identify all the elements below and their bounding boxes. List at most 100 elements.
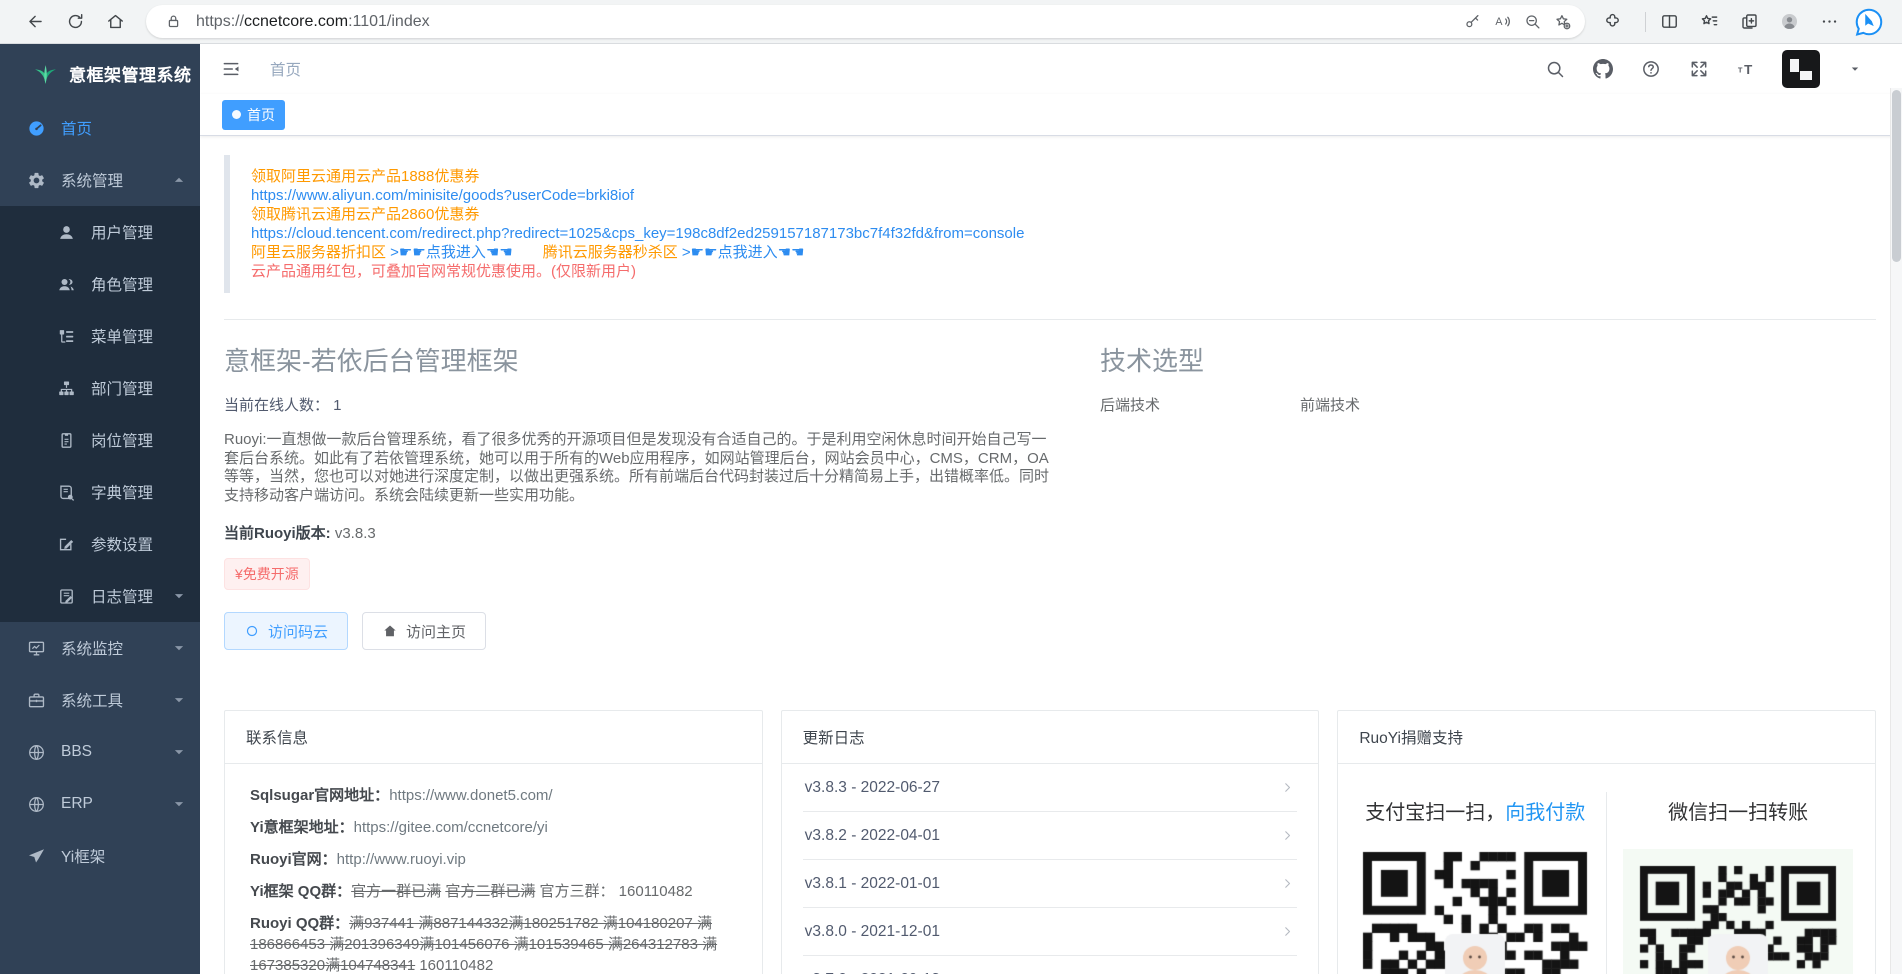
contact-link[interactable]: http://www.ruoyi.vip bbox=[337, 851, 466, 868]
split-screen-icon[interactable] bbox=[1654, 7, 1684, 37]
menu-caret-icon bbox=[170, 587, 188, 605]
sidebar-item[interactable]: BBS bbox=[0, 726, 200, 778]
svg-text:T: T bbox=[1738, 65, 1743, 74]
contact-row: Ruoyi官网：http://www.ruoyi.vip bbox=[250, 849, 737, 870]
sidebar-item[interactable]: 角色管理 bbox=[0, 258, 200, 310]
changelog-item[interactable]: v3.8.3 - 2022-06-27 bbox=[803, 764, 1298, 812]
bing-chat-icon[interactable] bbox=[1854, 7, 1884, 37]
menu-item-icon bbox=[27, 795, 46, 814]
help-icon[interactable] bbox=[1638, 56, 1664, 82]
zoom-out-icon[interactable] bbox=[1517, 7, 1547, 37]
menu-item-icon bbox=[57, 223, 76, 242]
notice-line: https://www.aliyun.com/minisite/goods?us… bbox=[251, 186, 1876, 205]
github-icon[interactable] bbox=[1590, 56, 1616, 82]
password-key-icon[interactable] bbox=[1457, 7, 1487, 37]
url-text[interactable]: https://ccnetcore.com:1101/index bbox=[196, 13, 1457, 31]
url-host: ccnetcore.com bbox=[244, 13, 348, 30]
changelog-card: 更新日志 v3.8.3 - 2022-06-27 v3.8.2 - 2022-0… bbox=[781, 710, 1320, 974]
menu-item-label: 系统工具 bbox=[61, 689, 123, 711]
contact-card: 联系信息 Sqlsugar官网地址：https://www.donet5.com… bbox=[224, 710, 763, 974]
back-icon[interactable] bbox=[20, 7, 50, 37]
font-size-icon[interactable]: TT bbox=[1734, 56, 1760, 82]
sidebar-item[interactable]: 字典管理 bbox=[0, 466, 200, 518]
menu-caret-icon bbox=[170, 691, 188, 709]
search-icon[interactable] bbox=[1542, 56, 1568, 82]
avatar-caret-icon[interactable] bbox=[1842, 56, 1868, 82]
contact-card-body: Sqlsugar官网地址：https://www.donet5.com/Yi意框… bbox=[225, 764, 762, 974]
contact-link[interactable]: https://gitee.com/ccnetcore/yi bbox=[354, 819, 548, 836]
online-label: 当前在线人数： bbox=[224, 397, 333, 414]
lock-icon[interactable] bbox=[158, 7, 188, 37]
intro-buttons: 访问码云 访问主页 bbox=[224, 612, 1060, 650]
wechat-header: 微信扫一扫转账 bbox=[1607, 796, 1869, 825]
notice-text: 腾讯云服务器秒杀区 bbox=[543, 244, 682, 261]
menu-caret-icon bbox=[170, 171, 188, 189]
sidebar-item[interactable]: 首页 bbox=[0, 102, 200, 154]
menu-item-label: Yi框架 bbox=[61, 845, 105, 867]
refresh-icon[interactable] bbox=[60, 7, 90, 37]
contact-label: Yi框架 QQ群： bbox=[250, 883, 351, 900]
intro-paragraph: Ruoyi:一直想做一款后台管理系统，看了很多优秀的开源项目但是发现没有合适自己… bbox=[224, 431, 1060, 505]
notice-line: 阿里云服务器折扣区 >☛☛点我进入☚☚ 腾讯云服务器秒杀区 >☛☛点我进入☚☚ bbox=[251, 243, 1876, 262]
donate-card-title: RuoYi捐赠支持 bbox=[1338, 711, 1875, 764]
sidebar-item[interactable]: 参数设置 bbox=[0, 518, 200, 570]
sidebar-item[interactable]: 系统工具 bbox=[0, 674, 200, 726]
favorites-icon[interactable] bbox=[1694, 7, 1724, 37]
tab-home[interactable]: 首页 bbox=[222, 100, 285, 130]
browser-home-icon[interactable] bbox=[100, 7, 130, 37]
notice-link[interactable]: https://cloud.tencent.com/redirect.php?r… bbox=[251, 225, 1024, 242]
visit-homepage-button[interactable]: 访问主页 bbox=[362, 612, 486, 650]
changelog-card-title: 更新日志 bbox=[782, 711, 1319, 764]
contact-link[interactable]: https://www.donet5.com/ bbox=[389, 787, 552, 804]
alipay-pay-link[interactable]: 向我付款 bbox=[1505, 802, 1585, 824]
tags-view-bar: 首页 bbox=[200, 94, 1902, 136]
sidebar-item[interactable]: 部门管理 bbox=[0, 362, 200, 414]
sidebar-item[interactable]: 岗位管理 bbox=[0, 414, 200, 466]
chevron-right-icon bbox=[1280, 780, 1295, 795]
changelog-item-label: v3.8.0 - 2021-12-01 bbox=[805, 923, 940, 941]
sidebar-item[interactable]: 日志管理 bbox=[0, 570, 200, 622]
notice-link[interactable]: https://www.aliyun.com/minisite/goods?us… bbox=[251, 187, 634, 204]
topbar-actions: TT bbox=[1542, 44, 1868, 94]
user-avatar[interactable] bbox=[1782, 50, 1820, 88]
app-logo[interactable]: 意框架管理系统 bbox=[0, 44, 200, 102]
app-topbar: 首页 TT bbox=[200, 44, 1902, 94]
changelog-item[interactable]: v3.8.0 - 2021-12-01 bbox=[803, 908, 1298, 956]
sidebar-item[interactable]: 系统管理 bbox=[0, 154, 200, 206]
contact-label: Yi意框架地址： bbox=[250, 819, 354, 836]
scrollbar-thumb[interactable] bbox=[1892, 90, 1901, 262]
changelog-item-label: v3.8.2 - 2022-04-01 bbox=[805, 827, 940, 845]
profile-avatar[interactable] bbox=[1774, 7, 1804, 37]
contact-value: 官方二群已满 bbox=[445, 883, 535, 900]
fullscreen-icon[interactable] bbox=[1686, 56, 1712, 82]
read-aloud-icon[interactable]: A bbox=[1487, 7, 1517, 37]
sidebar-item[interactable]: 用户管理 bbox=[0, 206, 200, 258]
notice-text bbox=[513, 244, 543, 261]
tech-section: 技术选型 后端技术 前端技术 bbox=[1100, 341, 1500, 650]
changelog-item[interactable]: v3.8.1 - 2022-01-01 bbox=[803, 860, 1298, 908]
url-bar[interactable]: https://ccnetcore.com:1101/index A bbox=[146, 5, 1585, 38]
sidebar-toggle-icon[interactable] bbox=[218, 56, 244, 82]
notice-line: https://cloud.tencent.com/redirect.php?r… bbox=[251, 224, 1876, 243]
page-scrollbar[interactable] bbox=[1890, 88, 1902, 974]
main-title: 意框架-若依后台管理框架 bbox=[224, 341, 1060, 378]
contact-value: 160110482 bbox=[415, 957, 493, 974]
menu-item-label: 参数设置 bbox=[91, 533, 153, 555]
collections-icon[interactable] bbox=[1734, 7, 1764, 37]
extensions-icon[interactable] bbox=[1597, 7, 1627, 37]
sidebar-item[interactable]: Yi框架 bbox=[0, 830, 200, 882]
visit-gitee-button[interactable]: 访问码云 bbox=[224, 612, 348, 650]
sidebar-item[interactable]: 菜单管理 bbox=[0, 310, 200, 362]
menu-item-label: 角色管理 bbox=[91, 273, 153, 295]
favorite-star-icon[interactable] bbox=[1547, 7, 1577, 37]
alipay-header: 支付宝扫一扫，向我付款 bbox=[1344, 796, 1606, 825]
menu-item-icon bbox=[27, 119, 46, 138]
more-menu-icon[interactable] bbox=[1814, 7, 1844, 37]
sidebar-item[interactable]: 系统监控 bbox=[0, 622, 200, 674]
changelog-item[interactable]: v3.7.0 - 2021-09-13 bbox=[803, 956, 1298, 974]
menu-item-label: 用户管理 bbox=[91, 221, 153, 243]
notice-link[interactable]: >☛☛点我进入☚☚ bbox=[682, 244, 805, 261]
notice-link[interactable]: >☛☛点我进入☚☚ bbox=[390, 244, 513, 261]
sidebar-item[interactable]: ERP bbox=[0, 778, 200, 830]
changelog-item[interactable]: v3.8.2 - 2022-04-01 bbox=[803, 812, 1298, 860]
